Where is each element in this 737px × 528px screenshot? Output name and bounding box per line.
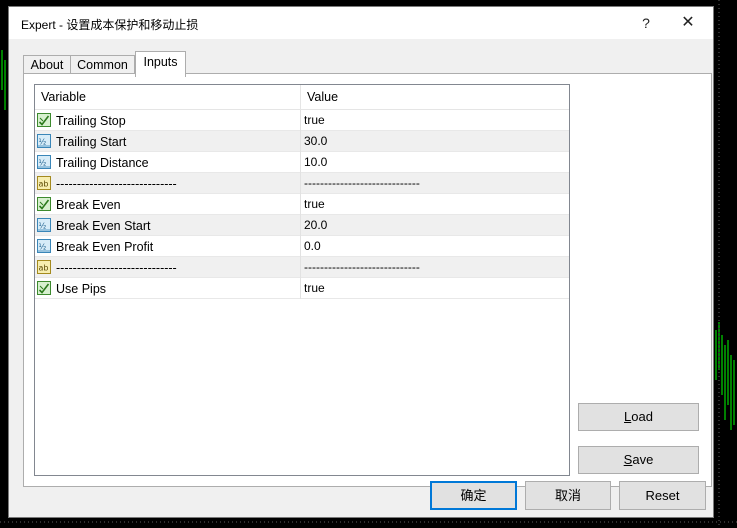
value-cell[interactable]: ----------------------------- bbox=[304, 173, 420, 193]
value-cell[interactable]: 10.0 bbox=[304, 152, 327, 172]
table-row[interactable]: ½ Break Even Profit 0.0 bbox=[35, 236, 569, 257]
variable-cell: Use Pips bbox=[37, 278, 299, 298]
grid-rows: Trailing Stop true ½ Trailing Start 30.0 ½ Tra… bbox=[35, 110, 569, 299]
variable-name: Trailing Stop bbox=[56, 113, 126, 128]
column-divider bbox=[300, 110, 301, 131]
table-row[interactable]: Break Even true bbox=[35, 194, 569, 215]
column-header-value[interactable]: Value bbox=[307, 85, 338, 109]
help-button[interactable]: ? bbox=[635, 13, 657, 33]
column-divider[interactable] bbox=[300, 85, 301, 109]
column-divider bbox=[300, 173, 301, 194]
value-cell[interactable]: ----------------------------- bbox=[304, 257, 420, 277]
grid-header: Variable Value bbox=[35, 85, 569, 110]
double-icon: ½ bbox=[37, 154, 51, 169]
load-button[interactable]: Load bbox=[578, 403, 699, 431]
variable-cell: ab ----------------------------- bbox=[37, 257, 299, 277]
variable-name: Trailing Distance bbox=[56, 155, 149, 170]
variable-name: Trailing Start bbox=[56, 134, 127, 149]
variable-cell: Trailing Stop bbox=[37, 110, 299, 130]
column-divider bbox=[300, 131, 301, 152]
variable-cell: ½ Trailing Distance bbox=[37, 152, 299, 172]
cancel-button[interactable]: 取消 bbox=[525, 481, 611, 510]
variable-name: Break Even bbox=[56, 197, 121, 212]
reset-button[interactable]: Reset bbox=[619, 481, 706, 510]
svg-text:½: ½ bbox=[39, 137, 47, 146]
value-cell[interactable]: true bbox=[304, 278, 325, 298]
variable-name: Use Pips bbox=[56, 281, 107, 296]
column-divider bbox=[300, 152, 301, 173]
tab-inputs[interactable]: Inputs bbox=[135, 51, 186, 77]
table-row[interactable]: ab ----------------------------- ---------… bbox=[35, 257, 569, 278]
title-bar[interactable]: Expert - 设置成本保护和移动止损 ? ✕ bbox=[9, 7, 713, 39]
svg-text:½: ½ bbox=[39, 221, 47, 230]
svg-text:½: ½ bbox=[39, 158, 47, 167]
tab-about[interactable]: About bbox=[23, 55, 71, 75]
ok-button[interactable]: 确定 bbox=[430, 481, 517, 510]
table-row[interactable]: ab ----------------------------- ---------… bbox=[35, 173, 569, 194]
variable-cell: ½ Break Even Start bbox=[37, 215, 299, 235]
save-label: ave bbox=[632, 452, 654, 467]
string-icon: ab bbox=[37, 175, 51, 190]
variable-name: Break Even Start bbox=[56, 218, 151, 233]
close-button[interactable]: ✕ bbox=[677, 13, 699, 33]
double-icon: ½ bbox=[37, 238, 51, 253]
bool-icon bbox=[37, 280, 51, 295]
value-cell[interactable]: true bbox=[304, 110, 325, 130]
table-row[interactable]: ½ Trailing Distance 10.0 bbox=[35, 152, 569, 173]
variable-name: ----------------------------- bbox=[56, 176, 177, 191]
svg-text:½: ½ bbox=[39, 242, 47, 251]
tab-common[interactable]: Common bbox=[70, 55, 135, 75]
save-button[interactable]: Save bbox=[578, 446, 699, 474]
value-cell[interactable]: 20.0 bbox=[304, 215, 327, 235]
svg-text:ab: ab bbox=[39, 263, 49, 272]
column-divider bbox=[300, 236, 301, 257]
column-divider bbox=[300, 215, 301, 236]
bool-icon bbox=[37, 196, 51, 211]
variable-name: Break Even Profit bbox=[56, 239, 154, 254]
variable-cell: Break Even bbox=[37, 194, 299, 214]
column-divider bbox=[300, 257, 301, 278]
value-cell[interactable]: 0.0 bbox=[304, 236, 321, 256]
double-icon: ½ bbox=[37, 217, 51, 232]
table-row[interactable]: ½ Trailing Start 30.0 bbox=[35, 131, 569, 152]
value-cell[interactable]: 30.0 bbox=[304, 131, 327, 151]
svg-text:ab: ab bbox=[39, 179, 49, 188]
value-cell[interactable]: true bbox=[304, 194, 325, 214]
load-label: oad bbox=[631, 409, 653, 424]
bool-icon bbox=[37, 112, 51, 127]
window-title: Expert - 设置成本保护和移动止损 bbox=[21, 18, 199, 32]
expert-properties-dialog: Expert - 设置成本保护和移动止损 ? ✕ About Common In… bbox=[8, 6, 714, 518]
table-row[interactable]: Use Pips true bbox=[35, 278, 569, 299]
variable-cell: ½ Trailing Start bbox=[37, 131, 299, 151]
inputs-panel: Variable Value Trailing Stop true ½ Trailin… bbox=[23, 73, 712, 487]
column-header-variable[interactable]: Variable bbox=[41, 85, 86, 109]
variable-cell: ab ----------------------------- bbox=[37, 173, 299, 193]
column-divider bbox=[300, 194, 301, 215]
double-icon: ½ bbox=[37, 133, 51, 148]
table-row[interactable]: Trailing Stop true bbox=[35, 110, 569, 131]
table-row[interactable]: ½ Break Even Start 20.0 bbox=[35, 215, 569, 236]
inputs-grid: Variable Value Trailing Stop true ½ Trailin… bbox=[34, 84, 570, 476]
variable-cell: ½ Break Even Profit bbox=[37, 236, 299, 256]
variable-name: ----------------------------- bbox=[56, 260, 177, 275]
string-icon: ab bbox=[37, 259, 51, 274]
column-divider bbox=[300, 278, 301, 299]
